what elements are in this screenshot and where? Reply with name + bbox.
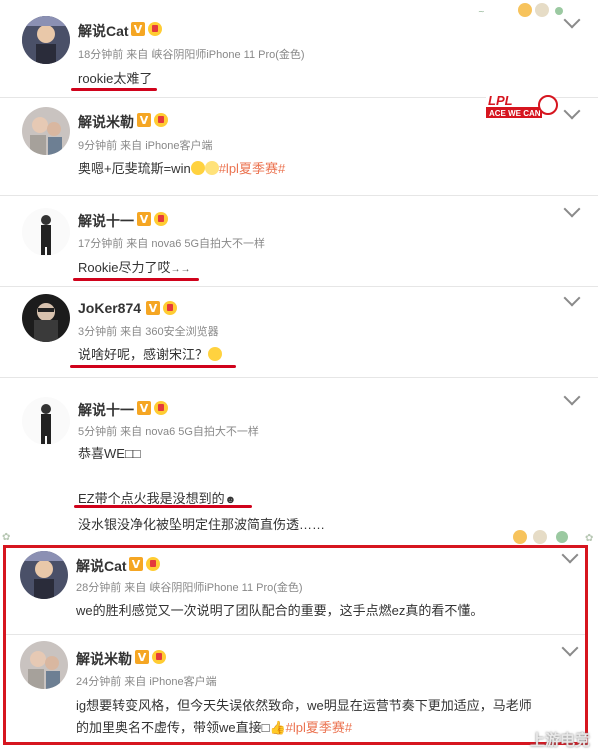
author-name[interactable]: 解说米勒: [76, 649, 132, 669]
author-name[interactable]: 解说十一: [78, 211, 134, 231]
level-icon: [163, 301, 177, 315]
verified-icon: V: [135, 650, 149, 664]
badges: V: [137, 113, 168, 127]
badges: V: [137, 401, 168, 415]
topic-link[interactable]: #lpl夏季赛#: [219, 161, 285, 176]
post-text: Rookie尽力了哎→→: [78, 257, 190, 276]
author-name[interactable]: 解说Cat: [78, 21, 129, 41]
verified-icon: V: [129, 557, 143, 571]
post-text: rookie太难了: [78, 71, 153, 86]
avatar[interactable]: [20, 641, 68, 689]
post-text: 恭喜WE□□: [78, 446, 141, 461]
post: 解说Cat V 28分钟前 来自 峡谷阴阳师iPhone 11 Pro(金色) …: [0, 545, 598, 637]
post-text-body: EZ带个点火我是没想到的: [78, 491, 225, 506]
avatar[interactable]: [22, 294, 70, 342]
emoji-icon: [190, 161, 205, 175]
post-text-body: 说啥好呢，感谢宋江？: [78, 347, 209, 362]
post-meta: 9分钟前 来自 iPhone客户端: [78, 140, 213, 152]
chevron-down-icon[interactable]: [563, 388, 581, 406]
post-text-body: 的加里奥名不虚传，带领we直接□: [76, 720, 270, 735]
post-text: ig想要转变风格，但今天失误依然致命，we明显在运营节奏下更加适应，马老师: [76, 698, 532, 713]
decoration-icon: ✿ ✿: [2, 530, 593, 544]
post-text-body: Rookie尽力了哎: [78, 260, 171, 275]
topic-link[interactable]: #lpl夏季赛#: [286, 720, 352, 735]
post-text-line2: 的加里奥名不虚传，带领we直接□👍#lpl夏季赛#: [76, 717, 352, 736]
svg-text:✿: ✿: [585, 533, 593, 544]
verified-icon: V: [137, 401, 151, 415]
highlight-underline: [70, 365, 236, 368]
post-text-body: 奥嗯+厄斐琉斯=win: [78, 161, 191, 176]
verified-icon: V: [137, 113, 151, 127]
avatar[interactable]: [20, 551, 68, 599]
chevron-down-icon[interactable]: [563, 200, 581, 218]
post-text: 奥嗯+厄斐琉斯=win #lpl夏季赛#: [78, 158, 285, 177]
author-name[interactable]: 解说十一: [78, 400, 134, 420]
post-meta: 24分钟前 来自 iPhone客户端: [76, 676, 217, 688]
badges: V: [131, 22, 162, 36]
level-icon: [148, 22, 162, 36]
chevron-down-icon[interactable]: [563, 11, 581, 29]
verified-icon: V: [131, 22, 145, 36]
lpl-logo-text: LPL: [488, 93, 513, 108]
watermark: 上游电竞: [529, 732, 590, 749]
avatar[interactable]: [22, 107, 70, 155]
chevron-down-icon[interactable]: [561, 546, 579, 564]
level-icon: [154, 212, 168, 226]
lpl-logo-sub: ACE WE CAN: [489, 109, 541, 118]
post-meta: 5分钟前 来自 nova6 5G自拍大不一样: [78, 426, 259, 438]
thumbs-up-icon: 👍: [269, 720, 286, 735]
post: 解说十一 V 5分钟前 来自 nova6 5G自拍大不一样 恭喜WE□□ EZ带…: [0, 377, 598, 535]
highlight-underline: [71, 88, 157, 91]
post-meta: 18分钟前 来自 峡谷阴阳师iPhone 11 Pro(金色): [78, 49, 305, 61]
avatar[interactable]: [22, 208, 70, 256]
post-text: 说啥好呢，感谢宋江？: [78, 344, 223, 363]
verified-icon: V: [137, 212, 151, 226]
level-icon: [152, 650, 166, 664]
badges: V: [129, 557, 160, 571]
lpl-logo: LPL ACE WE CAN: [486, 92, 558, 120]
author-name[interactable]: 解说Cat: [76, 556, 127, 576]
post-meta: 28分钟前 来自 峡谷阴阳师iPhone 11 Pro(金色): [76, 582, 303, 594]
author-name[interactable]: JoKer874: [78, 300, 141, 316]
level-icon: [146, 557, 160, 571]
post-meta: 3分钟前 来自 360安全浏览器: [78, 326, 219, 338]
badges: V: [146, 301, 177, 315]
svg-text:✿: ✿: [2, 532, 10, 543]
post-meta: 17分钟前 来自 nova6 5G自拍大不一样: [78, 238, 266, 250]
emoji-icon: [204, 161, 219, 175]
author-name[interactable]: 解说米勒: [78, 112, 134, 132]
avatar[interactable]: [22, 16, 70, 64]
post: 解说十一 V 17分钟前 来自 nova6 5G自拍大不一样 Rookie尽力了…: [0, 195, 598, 285]
level-icon: [154, 401, 168, 415]
chevron-down-icon[interactable]: [563, 102, 581, 120]
post: JoKer874 V 3分钟前 来自 360安全浏览器 说啥好呢，感谢宋江？: [0, 286, 598, 376]
post: 解说米勒 V 24分钟前 来自 iPhone客户端 ig想要转变风格，但今天失误…: [0, 634, 598, 744]
badges: V: [135, 650, 166, 664]
highlight-underline: [73, 278, 199, 281]
highlight-underline: [74, 505, 252, 508]
laughing-emoji-icon: [208, 347, 223, 361]
post-text: we的胜利感觉又一次说明了团队配合的重要，这手点燃ez真的看不懂。: [76, 603, 484, 618]
chevron-down-icon[interactable]: [563, 289, 581, 307]
level-icon: [154, 113, 168, 127]
avatar[interactable]: [22, 397, 70, 445]
arrow-icon: →→: [170, 264, 191, 275]
chevron-down-icon[interactable]: [561, 639, 579, 657]
svg-text:~: ~: [478, 7, 485, 16]
decoration-icon: ~: [478, 3, 563, 17]
verified-icon: V: [146, 301, 160, 315]
badges: V: [137, 212, 168, 226]
